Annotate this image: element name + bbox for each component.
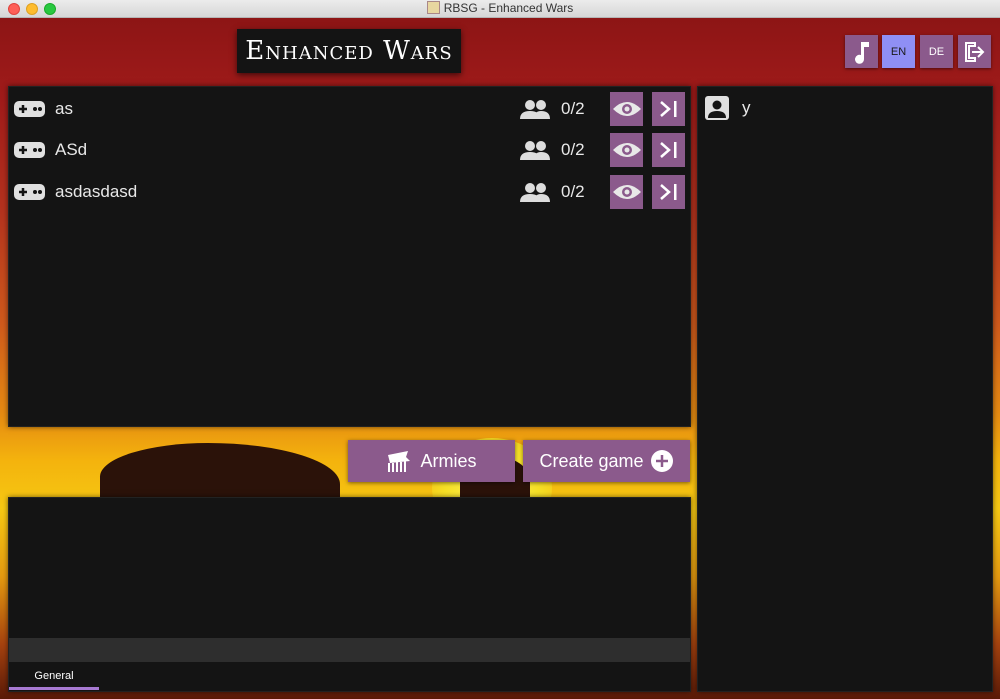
tab-general[interactable]: General (9, 666, 99, 690)
language-en-button[interactable]: EN (882, 35, 915, 68)
window-close-button[interactable] (8, 3, 20, 15)
game-list-item: as 0/2 (9, 89, 690, 129)
join-game-button[interactable] (652, 175, 685, 209)
join-game-button[interactable] (652, 92, 685, 126)
join-game-button[interactable] (652, 133, 685, 167)
create-game-button[interactable]: Create game (523, 440, 690, 482)
game-logo: Enhanced Wars (237, 29, 461, 73)
game-name: ASd (55, 140, 88, 159)
app-icon (426, 1, 440, 14)
plus-circle-icon (650, 450, 673, 472)
game-list-panel: as 0/2 ASd 0/2 asdasdasd 0/2 (8, 86, 691, 427)
armies-label: Armies (420, 450, 477, 471)
gamepad-icon (14, 184, 45, 200)
player-list-panel: y (697, 86, 993, 692)
window-title: RBSG - Enhanced Wars (443, 1, 574, 15)
chat-message-input[interactable] (9, 638, 690, 662)
tab-general-label: General (34, 670, 74, 682)
create-game-label: Create game (539, 450, 644, 471)
logout-button[interactable] (958, 35, 991, 68)
logout-icon (964, 41, 984, 62)
active-tab-indicator (9, 687, 99, 690)
music-toggle-button[interactable] (845, 35, 878, 68)
chat-messages-area (9, 498, 690, 638)
armies-button[interactable]: Armies (348, 440, 515, 482)
eye-icon (612, 185, 641, 199)
language-de-button[interactable]: DE (920, 35, 953, 68)
account-box-icon (705, 96, 729, 120)
chat-panel: General (8, 497, 691, 692)
game-player-count: 0/2 (561, 140, 585, 159)
game-name: asdasdasd (55, 182, 138, 201)
game-list-item: ASd 0/2 (9, 130, 690, 170)
player-list-item[interactable]: y (704, 95, 751, 121)
spectate-button[interactable] (610, 133, 643, 167)
spectate-button[interactable] (610, 175, 643, 209)
players-icon (520, 100, 550, 119)
music-note-icon (854, 41, 869, 64)
window-minimize-button[interactable] (26, 3, 38, 15)
skip-next-icon (659, 101, 676, 117)
window-titlebar: RBSG - Enhanced Wars (0, 0, 1000, 18)
skip-next-icon (659, 184, 676, 200)
spectate-button[interactable] (610, 92, 643, 126)
gamepad-icon (14, 101, 45, 117)
game-name: as (55, 99, 73, 118)
window-maximize-button[interactable] (44, 3, 56, 15)
game-player-count: 0/2 (561, 99, 585, 118)
gamepad-icon (14, 142, 45, 158)
players-icon (520, 183, 550, 202)
game-player-count: 0/2 (561, 182, 585, 201)
eye-icon (612, 143, 641, 157)
players-icon (520, 141, 550, 160)
game-list-item: asdasdasd 0/2 (9, 172, 690, 212)
skip-next-icon (659, 142, 676, 158)
eye-icon (612, 102, 641, 116)
army-banner-icon (388, 451, 411, 472)
player-name: y (742, 98, 751, 117)
